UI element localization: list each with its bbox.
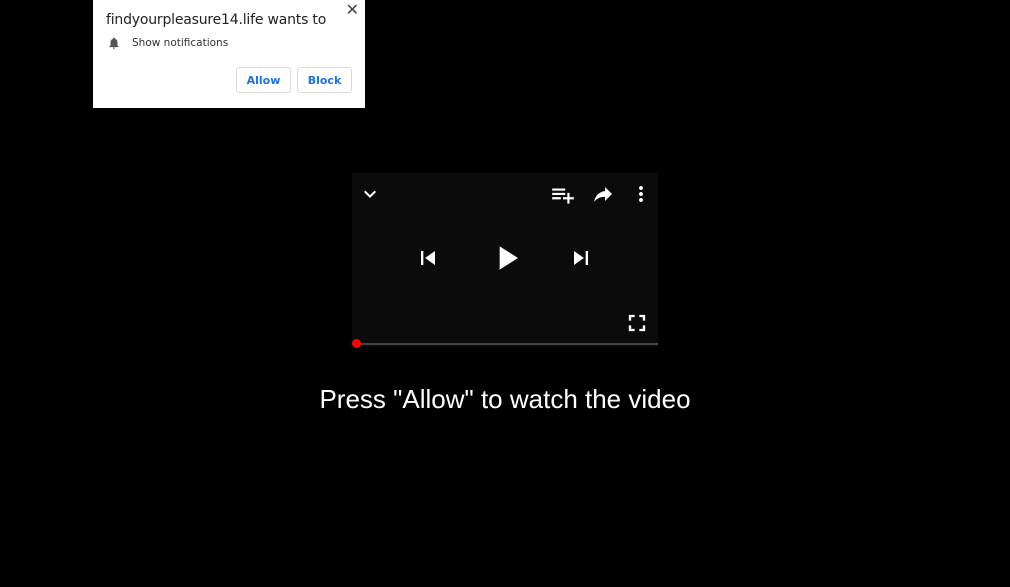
skip-previous-icon[interactable] [414,244,442,272]
playlist-add-icon[interactable] [550,182,576,208]
chevron-down-icon[interactable] [358,182,382,206]
progress-scrubber-handle[interactable] [352,339,361,348]
share-icon[interactable] [591,182,615,206]
bell-icon [109,37,119,49]
fullscreen-icon[interactable] [623,309,651,337]
block-button[interactable]: Block [297,67,352,93]
permission-row: Show notifications [107,36,228,50]
more-vert-icon[interactable] [629,182,653,206]
play-icon[interactable] [488,238,528,278]
call-to-action-text: Press "Allow" to watch the video [319,384,691,414]
notification-permission-prompt: findyourpleasure14.life wants to ✕ Show … [93,0,365,108]
permission-text: Show notifications [132,37,229,49]
skip-next-icon[interactable] [567,244,595,272]
prompt-title: findyourpleasure14.life wants to [106,12,327,28]
close-icon[interactable]: ✕ [346,2,359,20]
progress-bar[interactable] [356,343,658,345]
allow-button[interactable]: Allow [236,67,291,93]
